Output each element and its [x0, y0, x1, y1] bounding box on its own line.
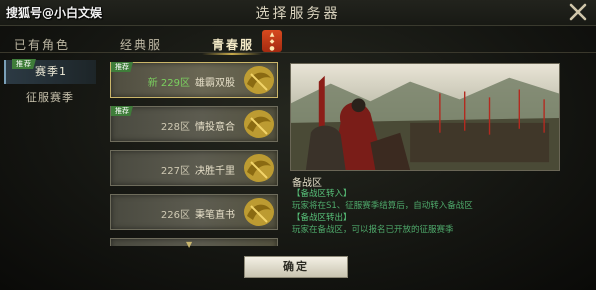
- window-title: 选择服务器: [255, 6, 341, 22]
- server-item-226[interactable]: 226区 秉笔直书: [110, 194, 278, 230]
- dragon-seal-icon: [244, 198, 274, 226]
- server-item-228[interactable]: 推荐 228区 情投意合: [110, 106, 278, 142]
- sidebar-item-label: 征服赛季: [26, 91, 74, 104]
- server-name: 情投意合: [195, 122, 235, 133]
- server-item-227[interactable]: 227区 决胜千里: [110, 150, 278, 186]
- sidebar-item-conquest-season[interactable]: 征服赛季: [4, 86, 96, 110]
- dragon-seal-icon: [244, 154, 274, 182]
- title-bar: 搜狐号@小白文娱 选择服务器: [0, 0, 596, 26]
- tab-existing-roles[interactable]: 已有角色: [14, 36, 70, 53]
- server-number: 新 229区: [147, 78, 190, 89]
- sidebar-item-season-1[interactable]: 推荐 赛季1: [4, 59, 96, 84]
- server-select-window: 搜狐号@小白文娱 选择服务器 已有角色 经典服 青春服 ▲ ◆ ● 推荐 赛季1 征…: [0, 0, 596, 290]
- tab-classic[interactable]: 经典服: [120, 36, 162, 53]
- zone-rule-heading: 【备战区转入】: [292, 189, 352, 199]
- zone-rule-heading: 【备战区转出】: [292, 213, 352, 223]
- server-list[interactable]: 推荐 新 229区 雄霸双股 推荐 228区 情投意合 227区 决胜千里 22…: [110, 56, 278, 246]
- dragon-seal-icon: [244, 66, 274, 94]
- server-number: 226区: [160, 210, 190, 221]
- server-name: 秉笔直书: [195, 210, 235, 221]
- zone-rule-text: 玩家在备战区，可以报名已开放的征服赛季: [292, 225, 454, 235]
- zone-preview-image: [290, 63, 560, 171]
- season-sidebar: 推荐 赛季1 征服赛季: [0, 56, 100, 246]
- recommend-tag: 推荐: [12, 59, 36, 69]
- confirm-button[interactable]: 确定: [244, 256, 348, 278]
- tab-divider: [0, 52, 596, 53]
- server-number: 227区: [160, 166, 190, 177]
- sidebar-item-label: 赛季1: [35, 65, 67, 78]
- zone-rule-text: 玩家将在S1、征服赛季结算后，自动转入备战区: [292, 201, 473, 211]
- server-item-229[interactable]: 推荐 新 229区 雄霸双股: [110, 62, 278, 98]
- recommend-tag: 推荐: [111, 106, 133, 116]
- tab-youth[interactable]: 青春服: [212, 36, 254, 53]
- server-name: 决胜千里: [195, 166, 235, 177]
- server-number: 228区: [160, 122, 190, 133]
- event-badge-icon: ▲ ◆ ●: [262, 30, 282, 52]
- close-icon[interactable]: [568, 2, 588, 22]
- dragon-seal-icon: [244, 110, 274, 138]
- server-name: 雄霸双股: [195, 78, 235, 89]
- scroll-down-icon[interactable]: ▼: [186, 240, 192, 249]
- server-item-partial[interactable]: [110, 238, 278, 246]
- recommend-tag: 推荐: [111, 62, 133, 72]
- tab-active-indicator: [202, 53, 262, 55]
